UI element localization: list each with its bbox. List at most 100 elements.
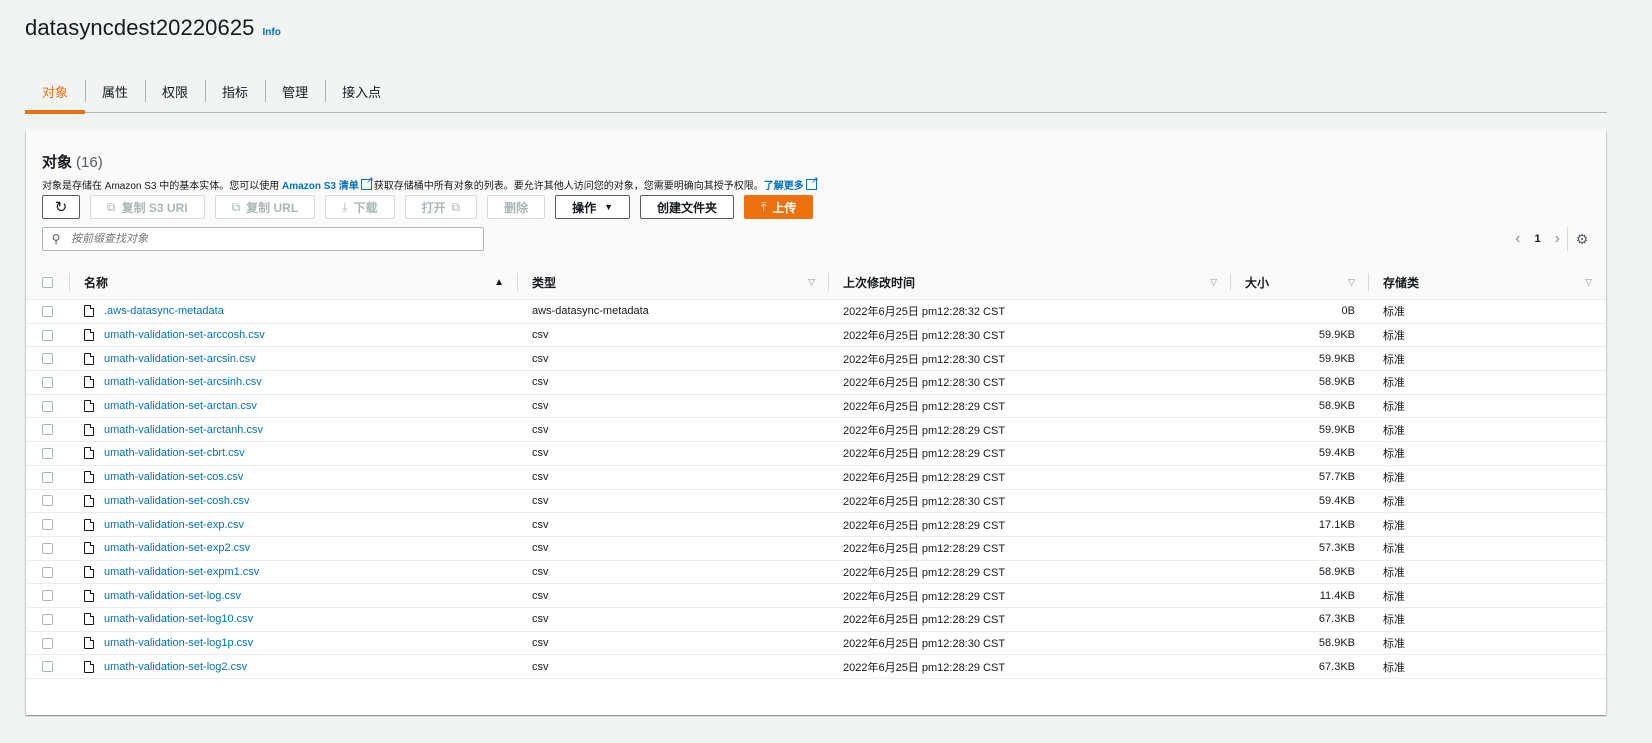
inventory-link[interactable]: Amazon S3 清单 <box>282 181 359 192</box>
row-checkbox[interactable] <box>42 495 53 507</box>
row-checkbox[interactable] <box>42 305 53 317</box>
open-button[interactable]: 打开 ⧉ <box>404 195 478 219</box>
select-all-checkbox[interactable] <box>42 277 53 289</box>
row-checkbox[interactable] <box>42 590 53 602</box>
object-name-link[interactable]: .aws-datasync-metadata <box>104 305 224 317</box>
copy-url-button[interactable]: ⧉ 复制 URL <box>214 195 316 219</box>
file-icon <box>84 352 94 365</box>
tab-management[interactable]: 管理 <box>265 70 325 112</box>
row-storage-class: 标准 <box>1383 614 1405 627</box>
gear-icon[interactable]: ⚙ <box>1567 227 1596 251</box>
row-checkbox[interactable] <box>42 400 53 412</box>
col-modified-label: 上次修改时间 <box>843 275 916 290</box>
download-button[interactable]: ⤓ 下载 <box>325 195 395 219</box>
row-checkbox[interactable] <box>42 613 53 625</box>
row-modified: 2022年6月25日 pm12:28:29 CST <box>843 614 1006 627</box>
row-checkbox-cell <box>26 489 70 513</box>
row-checkbox-cell <box>26 442 70 466</box>
row-checkbox[interactable] <box>42 519 53 531</box>
object-name-link[interactable]: umath-validation-set-exp.csv <box>104 519 244 531</box>
row-checkbox[interactable] <box>42 448 53 460</box>
row-checkbox[interactable] <box>42 377 53 388</box>
object-name-link[interactable]: umath-validation-set-log.csv <box>104 590 241 602</box>
object-name-link[interactable]: umath-validation-set-arctanh.csv <box>104 424 263 436</box>
col-header-storage[interactable]: 存储类 ▽ <box>1369 265 1606 300</box>
tab-properties[interactable]: 属性 <box>85 70 145 112</box>
col-header-size[interactable]: 大小 ▽ <box>1231 265 1369 300</box>
row-size: 59.9KB <box>1318 329 1355 342</box>
page-number[interactable]: 1 <box>1529 233 1547 245</box>
refresh-button[interactable]: ↻ <box>42 195 80 219</box>
tab-access-points[interactable]: 接入点 <box>325 70 398 112</box>
prev-page-icon[interactable]: ‹ <box>1507 230 1528 248</box>
learn-more-link[interactable]: 了解更多 <box>764 181 804 192</box>
row-checkbox[interactable] <box>42 471 53 483</box>
caret-down-icon: ▼ <box>604 202 614 212</box>
row-modified: 2022年6月25日 pm12:28:30 CST <box>843 353 1006 366</box>
row-name-cell: umath-validation-set-log1p.csv <box>70 631 518 655</box>
table-row: umath-validation-set-exp2.csv csv 2022年6月2… <box>26 536 1606 561</box>
row-size: 17.1KB <box>1318 518 1355 531</box>
actions-dropdown[interactable]: 操作 ▼ <box>555 195 631 219</box>
object-name-link[interactable]: umath-validation-set-arcsin.csv <box>104 353 256 365</box>
delete-button[interactable]: 删除 <box>487 195 546 219</box>
row-checkbox[interactable] <box>42 566 53 578</box>
object-name-link[interactable]: umath-validation-set-cos.csv <box>104 471 243 483</box>
object-name-link[interactable]: umath-validation-set-arccosh.csv <box>104 329 265 341</box>
row-modified: 2022年6月25日 pm12:28:29 CST <box>843 661 1006 674</box>
table-row: .aws-datasync-metadata aws-datasync-metad… <box>26 300 1606 324</box>
col-header-name[interactable]: 名称 ▲ <box>70 265 518 300</box>
col-type-label: 类型 <box>532 275 557 290</box>
object-name-link[interactable]: umath-validation-set-expm1.csv <box>104 566 259 578</box>
tab-metrics[interactable]: 指标 <box>205 70 265 112</box>
col-header-type[interactable]: 类型 ▽ <box>518 265 829 300</box>
row-name-cell: umath-validation-set-log.csv <box>70 584 518 608</box>
row-name-cell: umath-validation-set-exp.csv <box>70 513 518 537</box>
row-storage-class: 标准 <box>1383 637 1405 650</box>
row-size: 58.9KB <box>1318 565 1355 578</box>
next-page-icon[interactable]: › <box>1547 230 1568 248</box>
col-header-modified[interactable]: 上次修改时间 ▽ <box>829 265 1231 300</box>
row-checkbox-cell <box>26 300 70 324</box>
file-icon <box>84 589 94 602</box>
row-checkbox[interactable] <box>42 353 53 365</box>
tab-bar: 对象 属性 权限 指标 管理 接入点 <box>25 70 1607 114</box>
object-name-link[interactable]: umath-validation-set-log2.csv <box>104 661 247 673</box>
object-name-link[interactable]: umath-validation-set-cbrt.csv <box>104 447 245 459</box>
create-folder-button[interactable]: 创建文件夹 <box>640 195 735 219</box>
object-name-link[interactable]: umath-validation-set-cosh.csv <box>104 495 250 507</box>
sort-icon: ▽ <box>1585 276 1592 287</box>
upload-label: 上传 <box>772 200 797 215</box>
row-modified: 2022年6月25日 pm12:28:30 CST <box>843 330 1006 343</box>
page-header: datasyncdest20220625 Info <box>25 15 281 41</box>
copy-s3-uri-button[interactable]: ⧉ 复制 S3 URI <box>90 195 205 219</box>
row-checkbox[interactable] <box>42 637 53 649</box>
objects-description: 对象是存储在 Amazon S3 中的基本实体。您可以使用 Amazon S3 … <box>42 175 819 192</box>
tab-objects[interactable]: 对象 <box>25 70 86 114</box>
row-checkbox[interactable] <box>42 329 53 341</box>
external-link-icon: ⧉ <box>451 199 461 214</box>
row-checkbox[interactable] <box>42 661 53 673</box>
object-name-link[interactable]: umath-validation-set-arcsinh.csv <box>104 376 262 388</box>
table-row: umath-validation-set-cos.csv csv 2022年6月25… <box>26 465 1606 489</box>
object-name-link[interactable]: umath-validation-set-log1p.csv <box>104 637 253 649</box>
col-name-label: 名称 <box>84 275 109 290</box>
row-checkbox[interactable] <box>42 424 53 436</box>
info-link[interactable]: Info <box>263 27 281 38</box>
file-icon <box>84 447 94 460</box>
table-row: umath-validation-set-exp.csv csv 2022年6月25… <box>26 513 1606 537</box>
row-checkbox[interactable] <box>42 542 53 554</box>
file-icon <box>84 423 94 436</box>
row-checkbox-cell <box>26 465 70 489</box>
search-input[interactable] <box>69 232 473 246</box>
object-name-link[interactable]: umath-validation-set-log10.csv <box>104 613 253 625</box>
table-row: umath-validation-set-log1p.csv csv 2022年6月… <box>26 631 1606 655</box>
tab-permissions[interactable]: 权限 <box>145 70 205 112</box>
upload-button[interactable]: ⤒ 上传 <box>744 195 814 219</box>
row-storage-class: 标准 <box>1383 543 1405 556</box>
sort-asc-icon: ▲ <box>494 276 504 288</box>
object-name-link[interactable]: umath-validation-set-arctan.csv <box>104 400 257 412</box>
sort-icon: ▽ <box>808 276 815 287</box>
row-size: 11.4KB <box>1319 589 1355 602</box>
object-name-link[interactable]: umath-validation-set-exp2.csv <box>104 542 250 554</box>
